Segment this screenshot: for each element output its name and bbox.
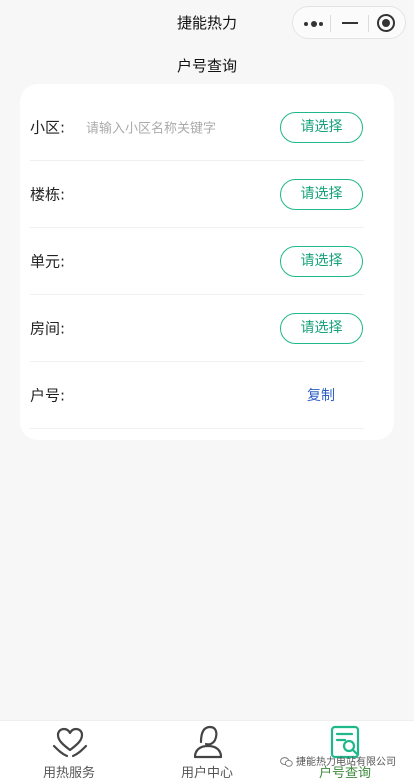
bottom-tab-bar: 用热服务 用户中心 户号查询 (0, 720, 414, 780)
watermark-text: 捷能热力电站有限公司 (296, 757, 396, 768)
watermark: 捷能热力电站有限公司 (280, 753, 396, 768)
heart-hands-icon (52, 727, 88, 758)
user-icon (193, 725, 223, 759)
community-search-input[interactable]: 请输入小区名称关键字 (86, 118, 216, 137)
tab-heat-service-label: 用热服务 (42, 766, 95, 780)
tab-user-center[interactable]: 用户中心 (152, 721, 262, 780)
building-row: 楼栋: 请选择 (30, 161, 364, 228)
mini-program-capsule (292, 6, 406, 39)
page-title: 户号查询 (176, 57, 237, 75)
tab-heat-service[interactable]: 用热服务 (14, 721, 124, 780)
room-select-button[interactable]: 请选择 (280, 313, 363, 344)
wechat-icon (280, 757, 293, 767)
account-number-row: 户号: 复制 (30, 362, 364, 429)
community-label: 小区: (30, 118, 66, 137)
account-number-label: 户号: (30, 386, 66, 405)
building-label: 楼栋: (30, 185, 66, 204)
tab-account-query[interactable]: 户号查询 (290, 721, 400, 780)
unit-label: 单元: (30, 252, 66, 271)
title-bar: 捷能热力 (0, 0, 414, 44)
minimize-icon[interactable] (342, 22, 358, 24)
copy-button[interactable]: 复制 (307, 385, 335, 405)
query-form-card: 小区: 请输入小区名称关键字 请选择 楼栋: 请选择 单元: 请选择 房间: 请… (20, 84, 394, 440)
tab-user-center-label: 用户中心 (180, 766, 233, 780)
close-target-icon[interactable] (377, 14, 395, 32)
room-row: 房间: 请选择 (30, 295, 364, 362)
capsule-divider (368, 15, 369, 32)
capsule-divider (330, 15, 331, 32)
unit-select-button[interactable]: 请选择 (280, 246, 363, 277)
community-select-button[interactable]: 请选择 (280, 112, 363, 143)
unit-row: 单元: 请选择 (30, 228, 364, 295)
room-label: 房间: (30, 319, 66, 338)
community-row: 小区: 请输入小区名称关键字 请选择 (30, 94, 364, 161)
building-select-button[interactable]: 请选择 (280, 179, 363, 210)
more-icon[interactable] (304, 21, 324, 27)
